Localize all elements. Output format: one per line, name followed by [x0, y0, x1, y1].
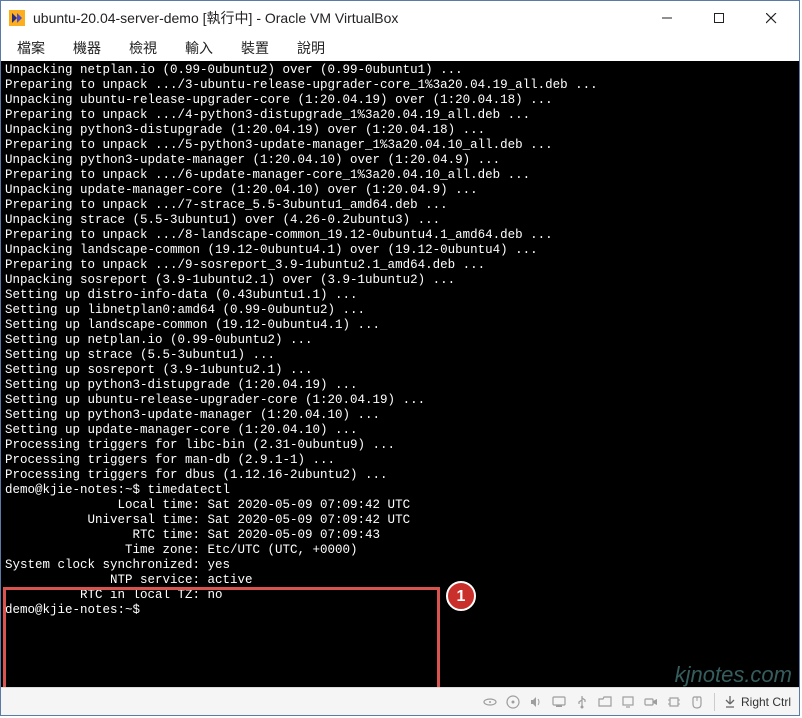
terminal-line: demo@kjie-notes:~$ — [5, 603, 795, 618]
terminal-line: Setting up landscape-common (19.12-0ubun… — [5, 318, 795, 333]
terminal-line: RTC time: Sat 2020-05-09 07:09:43 — [5, 528, 795, 543]
menu-view[interactable]: 檢視 — [129, 38, 157, 58]
terminal-line: Setting up python3-distupgrade (1:20.04.… — [5, 378, 795, 393]
terminal-line: Unpacking strace (5.5-3ubuntu1) over (4.… — [5, 213, 795, 228]
minimize-button[interactable] — [641, 3, 693, 33]
optical-drive-icon[interactable] — [504, 693, 522, 711]
terminal-line: Local time: Sat 2020-05-09 07:09:42 UTC — [5, 498, 795, 513]
statusbar: Right Ctrl — [1, 687, 799, 715]
terminal-line: Preparing to unpack .../3-ubuntu-release… — [5, 78, 795, 93]
terminal-line: Preparing to unpack .../5-python3-update… — [5, 138, 795, 153]
terminal-line: Setting up python3-update-manager (1:20.… — [5, 408, 795, 423]
menu-help[interactable]: 說明 — [297, 38, 325, 58]
terminal-line: Unpacking sosreport (3.9-1ubuntu2.1) ove… — [5, 273, 795, 288]
terminal-line: Setting up update-manager-core (1:20.04.… — [5, 423, 795, 438]
terminal-line: Unpacking python3-update-manager (1:20.0… — [5, 153, 795, 168]
terminal-line: NTP service: active — [5, 573, 795, 588]
terminal-line: Processing triggers for man-db (2.9.1-1)… — [5, 453, 795, 468]
terminal-line: Universal time: Sat 2020-05-09 07:09:42 … — [5, 513, 795, 528]
menu-file[interactable]: 檔案 — [17, 38, 45, 58]
terminal-line: Preparing to unpack .../9-sosreport_3.9-… — [5, 258, 795, 273]
vm-window: ubuntu-20.04-server-demo [執行中] - Oracle … — [0, 0, 800, 716]
network-icon[interactable] — [550, 693, 568, 711]
terminal-line: Setting up distro-info-data (0.43ubuntu1… — [5, 288, 795, 303]
terminal-output[interactable]: Unpacking netplan.io (0.99-0ubuntu2) ove… — [1, 61, 799, 687]
host-key-label: Right Ctrl — [741, 695, 791, 709]
terminal-line: Setting up strace (5.5-3ubuntu1) ... — [5, 348, 795, 363]
annotation-marker-1: 1 — [446, 581, 476, 611]
terminal-line: Processing triggers for libc-bin (2.31-0… — [5, 438, 795, 453]
menu-machine[interactable]: 機器 — [73, 38, 101, 58]
maximize-button[interactable] — [693, 3, 745, 33]
terminal-line: Processing triggers for dbus (1.12.16-2u… — [5, 468, 795, 483]
close-button[interactable] — [745, 3, 797, 33]
terminal-line: Unpacking python3-distupgrade (1:20.04.1… — [5, 123, 795, 138]
menu-input[interactable]: 輸入 — [185, 38, 213, 58]
terminal-line: Setting up sosreport (3.9-1ubuntu2.1) ..… — [5, 363, 795, 378]
annotation-number: 1 — [457, 589, 466, 604]
keyboard-icon — [723, 695, 737, 709]
terminal-line: System clock synchronized: yes — [5, 558, 795, 573]
terminal-line: Unpacking landscape-common (19.12-0ubunt… — [5, 243, 795, 258]
terminal-line: Preparing to unpack .../6-update-manager… — [5, 168, 795, 183]
terminal-line: Preparing to unpack .../4-python3-distup… — [5, 108, 795, 123]
window-controls — [641, 3, 797, 33]
terminal-line: Unpacking ubuntu-release-upgrader-core (… — [5, 93, 795, 108]
processor-icon[interactable] — [665, 693, 683, 711]
terminal-line: Unpacking netplan.io (0.99-0ubuntu2) ove… — [5, 63, 795, 78]
usb-icon[interactable] — [573, 693, 591, 711]
terminal-line: Time zone: Etc/UTC (UTC, +0000) — [5, 543, 795, 558]
display-icon[interactable] — [619, 693, 637, 711]
recording-icon[interactable] — [642, 693, 660, 711]
terminal-line: Unpacking update-manager-core (1:20.04.1… — [5, 183, 795, 198]
terminal-line: Preparing to unpack .../8-landscape-comm… — [5, 228, 795, 243]
audio-icon[interactable] — [527, 693, 545, 711]
titlebar[interactable]: ubuntu-20.04-server-demo [執行中] - Oracle … — [1, 1, 799, 35]
terminal-line: Setting up ubuntu-release-upgrader-core … — [5, 393, 795, 408]
shared-folders-icon[interactable] — [596, 693, 614, 711]
menubar: 檔案 機器 檢視 輸入 裝置 說明 — [1, 35, 799, 61]
app-icon — [9, 10, 25, 26]
terminal-line: demo@kjie-notes:~$ timedatectl — [5, 483, 795, 498]
hard-disk-icon[interactable] — [481, 693, 499, 711]
menu-devices[interactable]: 裝置 — [241, 38, 269, 58]
mouse-integration-icon[interactable] — [688, 693, 706, 711]
status-icons — [481, 693, 706, 711]
host-key-indicator[interactable]: Right Ctrl — [723, 695, 791, 709]
terminal-line: Setting up libnetplan0:amd64 (0.99-0ubun… — [5, 303, 795, 318]
separator — [714, 693, 715, 711]
terminal-line: RTC in local TZ: no — [5, 588, 795, 603]
terminal-line: Preparing to unpack .../7-strace_5.5-3ub… — [5, 198, 795, 213]
window-title: ubuntu-20.04-server-demo [執行中] - Oracle … — [33, 8, 641, 28]
terminal-line: Setting up netplan.io (0.99-0ubuntu2) ..… — [5, 333, 795, 348]
